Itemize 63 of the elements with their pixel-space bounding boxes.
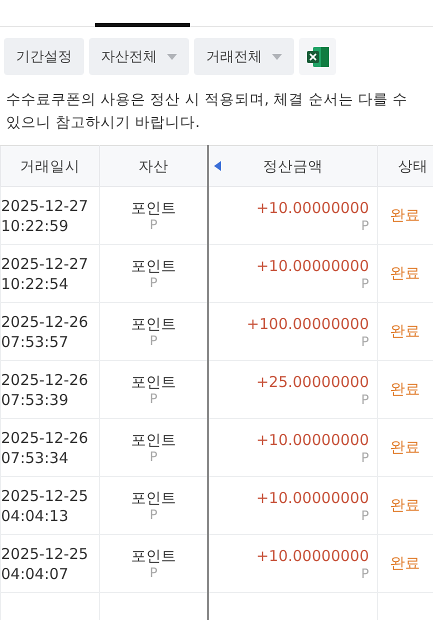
column-header: 상태 [378, 146, 433, 186]
time-text: 04:04:13 [1, 506, 70, 526]
amount-unit: P [360, 566, 369, 582]
amount-text: +10.00000000 [255, 546, 369, 566]
date-text: 2025-12-27 [1, 196, 90, 216]
column-header: 정산금액 [263, 158, 323, 176]
time-text: 10:22:59 [1, 216, 70, 236]
time-text: 07:53:34 [1, 448, 70, 468]
asset-unit: P [148, 508, 158, 524]
caret-icon [272, 54, 282, 60]
time-text: 10:22:54 [1, 274, 70, 294]
status-text: 완료 [389, 496, 420, 515]
time-text: 07:53:57 [1, 332, 70, 352]
column-header: 자산 [100, 146, 208, 186]
asset-name: 포인트 [130, 488, 177, 508]
date-text: 2025-12-26 [1, 312, 90, 332]
asset-unit: P [148, 334, 158, 350]
time-text: 07:53:39 [1, 390, 70, 410]
asset-unit: P [148, 392, 158, 408]
amount-text: +10.00000000 [255, 256, 369, 276]
amount-unit: P [360, 392, 369, 408]
status-text: 완료 [389, 380, 420, 399]
date-text: 2025-12-26 [1, 428, 90, 448]
status-text: 완료 [389, 438, 420, 457]
filter-dropdown[interactable]: 자산전체 [89, 38, 189, 75]
asset-name: 포인트 [130, 372, 177, 392]
spreadsheet-icon [306, 46, 328, 66]
scroll-left-icon[interactable] [214, 161, 221, 171]
column-header: 거래일시 [0, 146, 100, 186]
filter-dropdown[interactable]: 거래전체 [194, 38, 294, 75]
amount-text: +10.00000000 [255, 198, 369, 218]
date-text: 2025-12-25 [1, 544, 90, 564]
status-text: 완료 [389, 322, 420, 341]
status-text: 완료 [389, 264, 420, 283]
amount-unit: P [360, 334, 369, 350]
amount-unit: P [360, 508, 369, 524]
tab-indicator[interactable] [95, 23, 190, 27]
status-text: 완료 [389, 554, 420, 573]
asset-name: 포인트 [130, 314, 177, 334]
date-text: 2025-12-27 [1, 254, 90, 274]
amount-text: +100.00000000 [246, 314, 369, 334]
asset-unit: P [148, 218, 158, 234]
status-text: 완료 [389, 206, 420, 225]
asset-unit: P [148, 450, 158, 466]
notice-text: 수수료쿠폰의 사용은 정산 시 적용되며, 체결 순서는 다를 수 있으니 참고하시기 바랍니다. [5, 91, 408, 133]
period-button[interactable]: 기간설정 [4, 38, 84, 75]
asset-unit: P [148, 566, 158, 582]
asset-name: 포인트 [130, 198, 177, 218]
date-text: 2025-12-26 [1, 370, 90, 390]
asset-unit: P [148, 276, 158, 292]
amount-unit: P [360, 450, 369, 466]
excel-button[interactable] [299, 38, 336, 75]
caret-icon [167, 54, 177, 60]
date-text: 2025-12-25 [1, 486, 90, 506]
time-text: 04:04:07 [1, 564, 70, 584]
asset-name: 포인트 [130, 256, 177, 276]
amount-text: +10.00000000 [255, 430, 369, 450]
asset-name: 포인트 [130, 430, 177, 450]
amount-unit: P [360, 218, 369, 234]
amount-text: +25.00000000 [255, 372, 369, 392]
asset-name: 포인트 [130, 546, 177, 566]
amount-unit: P [360, 276, 369, 292]
amount-text: +10.00000000 [255, 488, 369, 508]
